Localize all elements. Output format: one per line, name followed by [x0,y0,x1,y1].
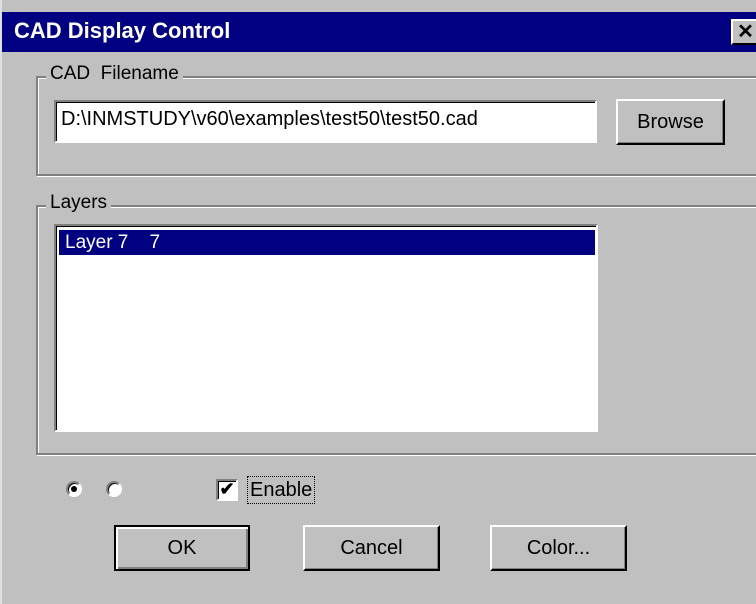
cad-filename-input[interactable]: D:\INMSTUDY\v60\examples\test50\test50.c… [54,100,597,143]
cancel-button-label: Cancel [340,537,403,559]
browse-button[interactable]: Browse [616,99,725,145]
color-button-label: Color... [526,537,591,559]
radio-option-1[interactable] [66,481,82,497]
ok-button[interactable]: OK [114,525,250,571]
window-title: CAD Display Control [14,18,231,43]
cad-filename-group-label: CAD Filename [46,63,183,85]
layers-group-label: Layers [46,192,112,214]
cad-display-dialog: CAD Display Control ✕ CAD Filename D:\IN… [0,0,756,604]
close-button[interactable]: ✕ [731,19,756,45]
title-bar[interactable]: CAD Display Control ✕ [2,12,756,52]
cancel-button[interactable]: Cancel [303,525,440,571]
layer-list-item[interactable]: Layer 7 7 [59,230,595,255]
checkmark-icon: ✔ [219,479,235,499]
enable-checkbox[interactable]: ✔ [216,479,238,501]
ok-button-label: OK [167,537,197,559]
close-icon: ✕ [737,21,754,43]
browse-button-label: Browse [637,111,704,133]
color-button[interactable]: Color... [490,525,627,571]
layers-listbox[interactable]: Layer 7 7 [54,224,598,432]
radio-selected-dot [71,486,77,492]
enable-checkbox-label[interactable]: Enable [247,476,316,504]
radio-option-2[interactable] [106,481,122,497]
